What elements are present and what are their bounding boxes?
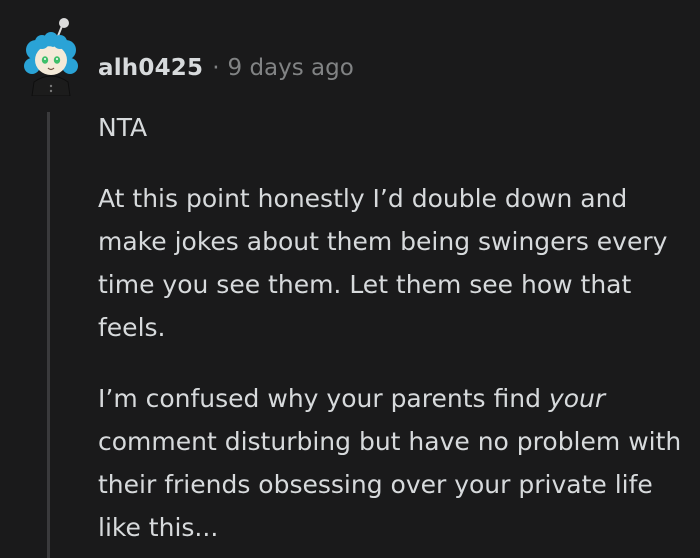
- paragraph-text: comment disturbing but have no problem w…: [98, 427, 682, 542]
- thread-collapse-line[interactable]: [47, 112, 50, 558]
- username-link[interactable]: alh0425: [98, 55, 203, 81]
- emphasis-text: your: [548, 384, 606, 413]
- meta-separator: ·: [212, 55, 220, 81]
- comment-paragraph: At this point honestly I’d double down a…: [98, 184, 668, 342]
- paragraph-text: I’m confused why your parents find: [98, 384, 549, 413]
- user-avatar[interactable]: [18, 14, 84, 97]
- comment-paragraph: I’m confused why your parents find your …: [98, 377, 688, 549]
- comment-timestamp[interactable]: 9 days ago: [228, 55, 354, 81]
- comment-body: NTA At this point honestly I’d double do…: [98, 106, 688, 558]
- snoo-avatar-icon: [24, 18, 78, 97]
- comment-paragraph: NTA: [98, 113, 148, 142]
- comment: alh0425 · 9 days ago NTA At this point h…: [0, 0, 700, 558]
- comment-meta: alh0425 · 9 days ago: [98, 52, 354, 84]
